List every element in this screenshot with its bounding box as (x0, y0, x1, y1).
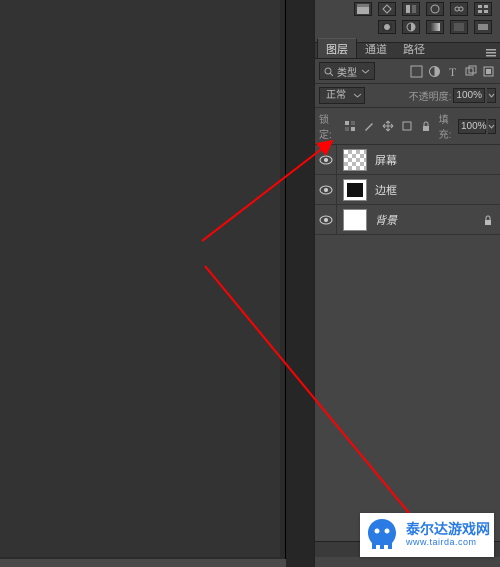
watermark-title: 泰尔达游戏网 (406, 522, 490, 537)
chevron-down-icon (353, 91, 362, 100)
lock-label: 锁定: (319, 111, 337, 141)
pattern-icon[interactable] (450, 20, 468, 34)
lock-artboard-icon[interactable] (400, 119, 414, 133)
tab-layers[interactable]: 图层 (317, 38, 357, 58)
layer-row[interactable]: 屏幕 (315, 145, 500, 175)
visibility-toggle[interactable] (315, 205, 337, 234)
layer-filter-row: 类型 T (315, 59, 500, 84)
panel-menu-icon[interactable] (486, 48, 496, 58)
lock-paint-icon[interactable] (362, 119, 376, 133)
swatches-icon[interactable] (354, 2, 372, 16)
svg-text:T: T (449, 65, 457, 78)
layer-thumbnail[interactable] (343, 179, 367, 201)
adjust-icon[interactable] (402, 20, 420, 34)
lock-row: 锁定: 填充: 100% (315, 108, 500, 145)
watermark-url: www.tairda.com (406, 538, 490, 548)
visibility-toggle[interactable] (315, 145, 337, 174)
layer-row[interactable]: 背景 (315, 205, 500, 235)
eye-icon (319, 215, 333, 225)
text-filter-icon[interactable]: T (445, 64, 460, 79)
layer-name[interactable]: 屏幕 (375, 152, 397, 168)
opacity-label: 不透明度: (409, 88, 452, 103)
tab-paths[interactable]: 路径 (395, 39, 433, 58)
gradient-icon[interactable] (426, 20, 444, 34)
search-icon (324, 67, 333, 76)
fill-label: 填充: (439, 111, 456, 141)
canvas-inner (0, 0, 280, 557)
watermark: 泰尔达游戏网 www.tairda.com (360, 513, 494, 557)
adjust-filter-icon[interactable] (427, 64, 442, 79)
grid-icon[interactable] (474, 2, 492, 16)
chevron-down-icon (488, 92, 495, 99)
scale-icon[interactable] (378, 2, 396, 16)
lock-all-icon[interactable] (419, 119, 433, 133)
shape-filter-icon[interactable] (463, 64, 478, 79)
layer-thumbnail[interactable] (343, 149, 367, 171)
canvas-bottom-strip (0, 559, 286, 567)
image-filter-icon[interactable] (409, 64, 424, 79)
flip-icon[interactable] (402, 2, 420, 16)
tab-channels[interactable]: 通道 (357, 39, 395, 58)
blend-row: 正常 不透明度: 100% (315, 84, 500, 108)
fill-value[interactable]: 100% (458, 119, 486, 134)
upper-tool-rows (315, 0, 500, 36)
link-icon[interactable] (450, 2, 468, 16)
opacity-value[interactable]: 100% (453, 88, 485, 103)
eye-icon (319, 185, 333, 195)
layer-name[interactable]: 背景 (375, 212, 397, 228)
filter-type-select[interactable]: 类型 (319, 62, 375, 80)
canvas-area (0, 0, 286, 567)
layer-thumbnail[interactable] (343, 209, 367, 231)
blend-mode-select[interactable]: 正常 (319, 87, 365, 104)
layers-list: 屏幕 边框 背景 (315, 145, 500, 485)
lock-transparent-icon[interactable] (343, 119, 357, 133)
lock-icon (482, 214, 494, 226)
watermark-logo-icon (362, 515, 402, 555)
layer-row[interactable]: 边框 (315, 175, 500, 205)
solid-icon[interactable] (474, 20, 492, 34)
blend-mode-value: 正常 (326, 90, 346, 101)
visibility-toggle[interactable] (315, 175, 337, 204)
chevron-down-icon (488, 123, 495, 130)
mask-icon[interactable] (378, 20, 396, 34)
layer-name[interactable]: 边框 (375, 182, 397, 198)
smart-filter-icon[interactable] (481, 64, 496, 79)
reset-icon[interactable] (426, 2, 444, 16)
fill-dropdown[interactable] (488, 119, 496, 134)
lock-move-icon[interactable] (381, 119, 395, 133)
opacity-dropdown[interactable] (487, 88, 496, 103)
panel-tabs: 图层 通道 路径 (315, 42, 500, 59)
chevron-down-icon (361, 67, 370, 76)
eye-icon (319, 155, 333, 165)
panels-column: 图层 通道 路径 类型 T 正常 不透明度: 100% (314, 0, 500, 567)
filter-type-label: 类型 (337, 64, 357, 79)
